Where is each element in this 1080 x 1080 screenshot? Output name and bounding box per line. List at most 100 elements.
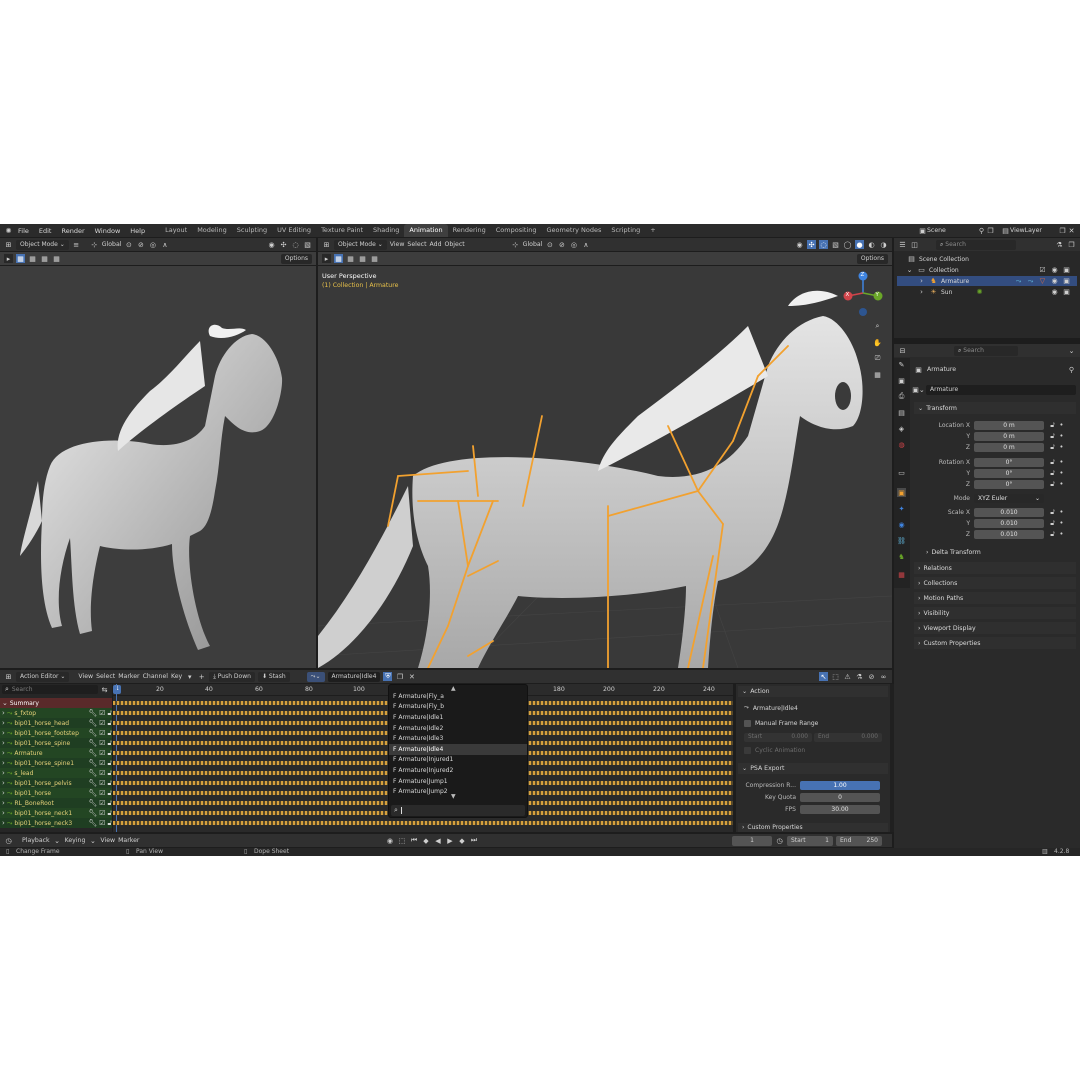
hamburger-icon[interactable]: ≡ (72, 240, 81, 249)
collection-camera-icon[interactable]: ▣ (1062, 266, 1071, 275)
channel-lock-icon[interactable]: 🔓︎ (107, 749, 112, 758)
channel-lock-icon[interactable]: 🔓︎ (107, 789, 112, 798)
tab-geometry-nodes[interactable]: Geometry Nodes (542, 224, 607, 237)
channel-wrench-icon[interactable]: 🔧︎ (88, 759, 97, 767)
tool-tab-icon[interactable]: ✎ (897, 360, 906, 369)
outliner-collection[interactable]: ⌄ ▭ Collection ☑ ◉ ▣ (897, 265, 1077, 275)
world-tab-icon[interactable]: ◍ (897, 440, 906, 449)
current-frame-marker[interactable]: 1 (113, 685, 121, 694)
action-panel-header[interactable]: ⌄ Action (738, 686, 888, 697)
view-layer-tab-icon[interactable]: ▤ (897, 408, 906, 417)
dropdown-item-selected[interactable]: F Armature|Idle4 (389, 743, 527, 755)
main-falloff-icon[interactable]: ∧ (581, 240, 590, 249)
modifiers-tab-icon[interactable]: ✦ (897, 504, 906, 513)
channel-checkbox-icon[interactable]: ☑ (99, 759, 105, 767)
main-mode-dropdown[interactable]: Object Mode ⌄ (334, 239, 387, 250)
location-y-key-icon[interactable]: • (1057, 432, 1066, 441)
sun-data-icon[interactable]: ✺ (975, 288, 984, 297)
channel-wrench-icon[interactable]: 🔧︎ (88, 749, 97, 757)
channel-checkbox-icon[interactable]: ☑ (99, 779, 105, 787)
channel-row[interactable]: › ⤳ bip01_horse_spine1 🔧︎ ☑ 🔓︎ (0, 758, 112, 768)
pin-icon[interactable]: ⚲ (977, 226, 986, 235)
channel-checkbox-icon[interactable]: ☑ (99, 769, 105, 777)
channel-row[interactable]: › ⤳ bip01_horse_neck1 🔧︎ ☑ 🔓︎ (0, 808, 112, 818)
jump-start-icon[interactable]: ⏮ (409, 836, 418, 845)
tab-texture-paint[interactable]: Texture Paint (316, 224, 368, 237)
channel-wrench-icon[interactable]: 🔧︎ (88, 809, 97, 817)
channel-lock-icon[interactable]: 🔓︎ (107, 799, 112, 808)
ae-menu-view[interactable]: View (78, 673, 93, 680)
channel-lock-icon[interactable]: 🔓︎ (107, 739, 112, 748)
xray-icon[interactable]: ▧ (303, 240, 312, 249)
blender-logo-icon[interactable]: ✺ (4, 226, 13, 235)
show-errors-icon[interactable]: ⚠ (843, 672, 852, 681)
scale-y-key-icon[interactable]: • (1057, 519, 1066, 528)
jump-end-icon[interactable]: ⏭ (469, 836, 478, 845)
armature-data-icon[interactable]: ▽ (1038, 277, 1047, 286)
channel-checkbox-icon[interactable]: ☑ (99, 709, 105, 717)
play-icon[interactable]: ▶ (445, 836, 454, 845)
channel-lock-icon[interactable]: 🔓︎ (107, 819, 112, 828)
render-tab-icon[interactable]: ▣ (897, 376, 906, 385)
transform-panel-header[interactable]: ⌄ Transform (914, 402, 1076, 414)
remove-viewlayer-icon[interactable]: ✕ (1067, 226, 1076, 235)
main-snap-icon[interactable]: ⊘ (557, 240, 566, 249)
location-y-field[interactable]: 0 m (974, 431, 1044, 441)
dropdown-item[interactable]: F Armature|Injured2 (389, 765, 527, 776)
viewlayer-selector[interactable]: ViewLayer (1010, 227, 1058, 234)
action-name-field[interactable]: Armature|Idle4 (327, 671, 381, 682)
record-icon[interactable]: ◉ (385, 836, 394, 845)
relations-panel-header[interactable]: › Relations (914, 562, 1076, 574)
camera-view-icon[interactable]: ⎚ (873, 354, 882, 363)
timeline-menu-keying[interactable]: Keying (65, 837, 86, 844)
editor-type-icon[interactable]: ⊞ (4, 240, 13, 249)
ae-snap-icon[interactable]: ∞ (879, 672, 888, 681)
outliner-filter-icon[interactable]: ⚗ (1055, 240, 1064, 249)
main-select-extend-icon[interactable]: ▦ (346, 254, 355, 263)
channel-wrench-icon[interactable]: 🔧︎ (88, 799, 97, 807)
new-viewlayer-icon[interactable]: ❐ (1058, 226, 1067, 235)
left-viewport[interactable] (0, 266, 316, 668)
compression-field[interactable]: 1.00 (800, 780, 880, 790)
tab-modeling[interactable]: Modeling (192, 224, 232, 237)
new-scene-icon[interactable]: ❐ (986, 226, 995, 235)
left-mode-dropdown[interactable]: Object Mode ⌄ (16, 239, 69, 250)
properties-search-input[interactable]: ⌕ Search (954, 345, 1018, 356)
scale-x-field[interactable]: 0.010 (974, 507, 1044, 517)
tab-uv-editing[interactable]: UV Editing (272, 224, 316, 237)
start-frame-field[interactable]: Start 1 (787, 835, 833, 846)
main-menu-view[interactable]: View (390, 241, 405, 248)
dropdown-item[interactable]: F Armature|Idle3 (389, 733, 527, 744)
properties-options-icon[interactable]: ⌄ (1067, 346, 1076, 355)
tab-rendering[interactable]: Rendering (448, 224, 491, 237)
scale-x-key-icon[interactable]: • (1057, 508, 1066, 517)
properties-editor-icon[interactable]: ⊟ (898, 346, 907, 355)
snap-icon[interactable]: ⊘ (136, 240, 145, 249)
channel-wrench-icon[interactable]: 🔧︎ (88, 719, 97, 727)
main-menu-object[interactable]: Object (445, 241, 465, 248)
end-frame-field[interactable]: End 250 (836, 835, 882, 846)
visibility-icon[interactable]: ◉ (267, 240, 276, 249)
expand-sun-icon[interactable]: › (917, 288, 926, 297)
scale-z-key-icon[interactable]: • (1057, 530, 1066, 539)
scale-x-lock-icon[interactable]: 🔓︎ (1048, 508, 1057, 517)
select-subtract-icon[interactable]: ▦ (40, 254, 49, 263)
new-action-icon[interactable]: ❐ (395, 672, 404, 681)
main-orientation-dropdown[interactable]: Global (523, 241, 543, 248)
sidebar-custom-properties-header[interactable]: › Custom Properties (738, 823, 888, 832)
play-mode-icon[interactable]: ▸ (4, 254, 13, 263)
channel-checkbox-icon[interactable]: ☑ (99, 819, 105, 827)
unlink-action-icon[interactable]: ✕ (407, 672, 416, 681)
channel-lock-icon[interactable]: 🔓︎ (107, 769, 112, 778)
channel-lock-icon[interactable]: 🔓︎ (107, 709, 112, 718)
channel-row[interactable]: › ⤳ bip01_horse 🔧︎ ☑ 🔓︎ (0, 788, 112, 798)
channel-row[interactable]: › ⤳ bip01_horse_neck3 🔧︎ ☑ 🔓︎ (0, 818, 112, 828)
tab-animation[interactable]: Animation (404, 224, 448, 237)
channel-wrench-icon[interactable]: 🔧︎ (88, 739, 97, 747)
dropdown-item[interactable]: F Armature|Jump2 (389, 786, 527, 797)
rotation-y-key-icon[interactable]: • (1057, 469, 1066, 478)
motion-paths-panel-header[interactable]: › Motion Paths (914, 592, 1076, 604)
select-extend-icon[interactable]: ▦ (28, 254, 37, 263)
main-menu-select[interactable]: Select (407, 241, 426, 248)
outliner-new-collection-icon[interactable]: ❐ (1067, 240, 1076, 249)
